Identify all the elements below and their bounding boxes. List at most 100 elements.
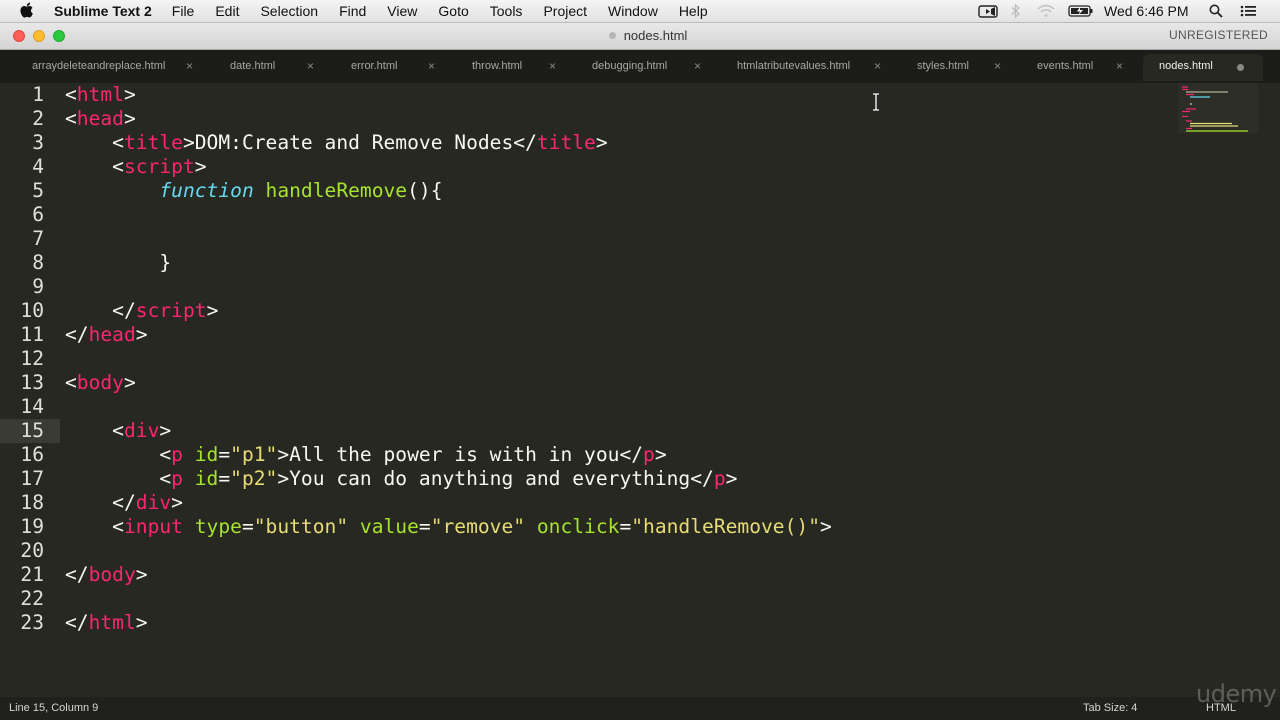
code-token: >: [654, 443, 667, 466]
code-token: type: [194, 515, 242, 538]
line-number: 2: [32, 107, 44, 130]
line-number: 18: [20, 491, 44, 514]
code-token: >: [135, 323, 148, 346]
code-token: =: [619, 515, 632, 538]
code-line[interactable]: 7: [0, 227, 1170, 251]
close-icon[interactable]: ×: [549, 59, 556, 73]
tab-arraydeleteandreplace[interactable]: arraydeleteandreplace.html ×: [14, 54, 204, 81]
code-token: p: [171, 467, 183, 490]
code-line[interactable]: 20: [0, 539, 1170, 563]
code-line[interactable]: 3 <title>DOM:Create and Remove Nodes</ti…: [0, 131, 1170, 155]
menu-tools[interactable]: Tools: [490, 3, 523, 19]
code-line[interactable]: 23 </html>: [0, 611, 1170, 635]
minimap[interactable]: [1178, 83, 1258, 133]
close-icon[interactable]: ×: [994, 59, 1001, 73]
tab-date[interactable]: date.html ×: [212, 54, 327, 81]
facetime-camera-icon[interactable]: [978, 3, 998, 19]
menu-edit[interactable]: Edit: [215, 3, 239, 19]
code-line[interactable]: 15 <div>: [0, 419, 1170, 443]
code-line[interactable]: 6: [0, 203, 1170, 227]
code-token: </: [65, 323, 89, 346]
code-line[interactable]: 14: [0, 395, 1170, 419]
menu-file[interactable]: File: [172, 3, 195, 19]
code-text: <html>: [65, 83, 136, 107]
line-number: 14: [20, 395, 44, 418]
code-token: div: [135, 491, 172, 514]
tab-htmlatributevalues[interactable]: htmlatributevalues.html ×: [719, 54, 894, 81]
menu-goto[interactable]: Goto: [438, 3, 468, 19]
menu-view[interactable]: View: [387, 3, 417, 19]
spotlight-search-icon[interactable]: [1209, 3, 1223, 19]
unsaved-dot-icon[interactable]: [1237, 64, 1244, 71]
close-icon[interactable]: ×: [1116, 59, 1123, 73]
tab-error[interactable]: error.html ×: [333, 54, 448, 81]
code-line[interactable]: 12: [0, 347, 1170, 371]
code-token: =: [218, 443, 231, 466]
menu-app-name[interactable]: Sublime Text 2: [54, 3, 152, 19]
code-token: id: [194, 467, 219, 490]
bluetooth-icon[interactable]: [1010, 3, 1022, 19]
menu-project[interactable]: Project: [543, 3, 587, 19]
code-token: >: [595, 131, 608, 154]
code-text: <div>: [65, 419, 171, 443]
code-line[interactable]: 18 </div>: [0, 491, 1170, 515]
tab-nodes[interactable]: nodes.html: [1143, 54, 1263, 81]
code-line[interactable]: 1 <html>: [0, 83, 1170, 107]
tab-events[interactable]: events.html ×: [1019, 54, 1137, 81]
menu-window[interactable]: Window: [608, 3, 658, 19]
code-line[interactable]: 19 <input type="button" value="remove" o…: [0, 515, 1170, 539]
code-token: >All the power is with in you</: [277, 443, 644, 466]
code-token: <: [65, 155, 124, 178]
code-editor[interactable]: 1 <html> 2 <head> 3 <title>DOM:Create and Re…: [0, 83, 1280, 697]
close-icon[interactable]: ×: [428, 59, 435, 73]
close-icon[interactable]: ×: [874, 59, 881, 73]
menu-bar: Sublime Text 2 File Edit Selection Find …: [0, 0, 1280, 23]
tab-throw[interactable]: throw.html ×: [454, 54, 569, 81]
code-text: <p id="p2">You can do anything and every…: [65, 467, 737, 491]
tab-styles[interactable]: styles.html ×: [899, 54, 1014, 81]
apple-logo-icon[interactable]: [19, 2, 35, 19]
code-token: html: [76, 83, 124, 106]
code-line[interactable]: 10 </script>: [0, 299, 1170, 323]
code-token: "p1": [230, 443, 278, 466]
line-number: 23: [20, 611, 44, 634]
menu-selection[interactable]: Selection: [260, 3, 318, 19]
notification-center-icon[interactable]: [1240, 3, 1257, 19]
close-icon[interactable]: ×: [307, 59, 314, 73]
line-number: 6: [32, 203, 44, 226]
code-line[interactable]: 8 }: [0, 251, 1170, 275]
tab-debugging[interactable]: debugging.html ×: [574, 54, 714, 81]
tab-label: events.html: [1037, 60, 1094, 72]
code-line[interactable]: 2 <head>: [0, 107, 1170, 131]
line-number: 7: [32, 227, 44, 250]
code-token: (){: [407, 179, 443, 202]
menu-help[interactable]: Help: [679, 3, 708, 19]
code-line[interactable]: 22: [0, 587, 1170, 611]
code-token: >You can do anything and everything</: [277, 467, 714, 490]
code-line[interactable]: 16 <p id="p1">All the power is with in y…: [0, 443, 1170, 467]
code-line[interactable]: 4 <script>: [0, 155, 1170, 179]
code-token: handleRemove: [265, 179, 408, 202]
code-token: >: [171, 491, 183, 514]
code-line[interactable]: 21 </body>: [0, 563, 1170, 587]
battery-icon[interactable]: [1068, 3, 1094, 19]
tab-label: styles.html: [917, 60, 969, 72]
code-token: onclick: [536, 515, 620, 538]
code-line[interactable]: 17 <p id="p2">You can do anything and ev…: [0, 467, 1170, 491]
code-line[interactable]: 11 </head>: [0, 323, 1170, 347]
menu-clock[interactable]: Wed 6:46 PM: [1104, 3, 1189, 19]
code-token: >: [123, 107, 136, 130]
menu-find[interactable]: Find: [339, 3, 366, 19]
code-line[interactable]: 13 <body>: [0, 371, 1170, 395]
tab-size-selector[interactable]: Tab Size: 4: [1083, 702, 1137, 714]
code-line[interactable]: 9: [0, 275, 1170, 299]
close-icon[interactable]: ×: [186, 59, 193, 73]
code-token: >: [135, 563, 148, 586]
close-icon[interactable]: ×: [694, 59, 701, 73]
code-line[interactable]: 5 function handleRemove(){: [0, 179, 1170, 203]
wifi-icon[interactable]: [1036, 3, 1056, 19]
tab-label: date.html: [230, 60, 276, 72]
line-number: 12: [20, 347, 44, 370]
